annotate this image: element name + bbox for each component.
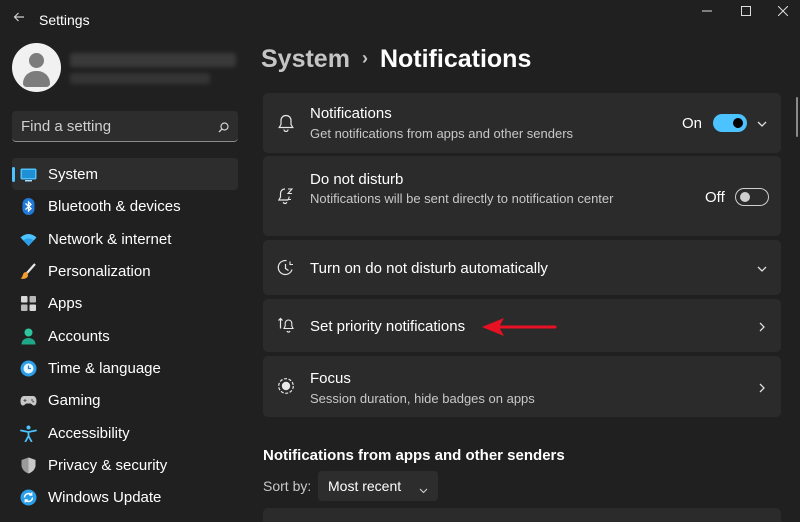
focus-icon <box>277 377 295 395</box>
scrollbar[interactable] <box>796 97 798 137</box>
sidebar-item-time-language[interactable]: Time & language <box>12 352 238 384</box>
sidebar-item-label: Accounts <box>48 327 110 345</box>
sidebar-item-gaming[interactable]: Gaming <box>12 384 238 416</box>
sidebar-item-label: Apps <box>48 295 83 313</box>
close-icon[interactable] <box>764 0 800 22</box>
do-not-disturb-card: Do not disturb Notifications will be sen… <box>263 156 781 236</box>
card-subtitle: Session duration, hide badges on apps <box>310 391 535 406</box>
chevron-down-icon[interactable] <box>756 262 768 274</box>
focus-card[interactable]: Focus Session duration, hide badges on a… <box>263 356 781 417</box>
toggle-state-label: On <box>682 115 703 132</box>
search-icon <box>218 120 229 138</box>
card-title: Turn on do not disturb automatically <box>310 260 548 277</box>
card-subtitle: Get notifications from apps and other se… <box>310 126 574 141</box>
avatar <box>12 43 61 92</box>
accessibility-icon <box>20 425 37 443</box>
app-title: Settings <box>39 12 90 28</box>
sidebar-item-apps[interactable]: Apps <box>12 287 238 319</box>
gamepad-icon <box>20 392 37 409</box>
sort-dropdown-value: Most recent <box>328 478 402 494</box>
minimize-icon[interactable] <box>688 0 726 22</box>
sidebar-item-system[interactable]: System <box>12 158 238 190</box>
chevron-down-icon[interactable] <box>756 117 768 129</box>
sidebar-item-bluetooth[interactable]: Bluetooth & devices <box>12 190 238 222</box>
shield-icon <box>20 457 37 474</box>
title-bar: Settings <box>0 0 800 40</box>
sidebar-item-personalization[interactable]: Personalization <box>12 255 238 287</box>
notifications-card[interactable]: Notifications Get notifications from app… <box>263 93 781 153</box>
section-heading: Notifications from apps and other sender… <box>263 447 565 464</box>
sidebar-item-accounts[interactable]: Accounts <box>12 320 238 352</box>
card-title: Set priority notifications <box>310 318 466 335</box>
bell-icon <box>277 114 295 133</box>
breadcrumb: System › Notifications <box>261 45 531 74</box>
card-title: Focus <box>310 370 351 387</box>
card-subtitle: Notifications will be sent directly to n… <box>310 191 614 206</box>
sidebar-item-label: Time & language <box>48 359 161 377</box>
sidebar-item-label: Windows Update <box>48 489 162 507</box>
redacted-user-email <box>70 73 210 84</box>
sidebar-item-label: Accessibility <box>48 424 130 442</box>
sidebar-item-label: Network & internet <box>48 230 172 248</box>
clock-icon <box>277 259 295 277</box>
dnd-automatic-card[interactable]: Turn on do not disturb automatically <box>263 240 781 295</box>
sidebar-item-accessibility[interactable]: Accessibility <box>12 417 238 449</box>
sidebar-item-label: System <box>48 166 99 183</box>
priority-bell-icon <box>277 317 295 335</box>
sidebar-item-network[interactable]: Network & internet <box>12 223 238 255</box>
sidebar-item-label: Bluetooth & devices <box>48 198 181 216</box>
bluetooth-icon <box>20 198 37 216</box>
page-title: Notifications <box>379 45 532 73</box>
sync-icon <box>20 489 37 506</box>
search-box[interactable]: Find a setting <box>12 111 238 142</box>
sidebar-item-label: Privacy & security <box>48 456 168 474</box>
wifi-icon <box>20 231 37 248</box>
sort-dropdown[interactable]: Most recent <box>318 471 438 501</box>
app-list-item[interactable] <box>263 508 781 522</box>
card-title: Do not disturb <box>310 171 404 188</box>
sidebar-item-windows-update[interactable]: Windows Update <box>12 481 238 513</box>
notifications-toggle[interactable] <box>713 114 747 132</box>
apps-grid-icon <box>20 295 37 312</box>
person-icon <box>20 328 37 345</box>
bell-snooze-icon <box>277 187 295 205</box>
system-monitor-icon <box>20 166 37 183</box>
toggle-state-label: Off <box>705 189 725 206</box>
sidebar-nav: System Bluetooth & devices Network & int… <box>12 158 238 514</box>
sort-label: Sort by: <box>263 478 312 494</box>
maximize-icon[interactable] <box>727 0 765 22</box>
globe-clock-icon <box>20 360 37 377</box>
chevron-right-icon: › <box>361 48 368 68</box>
card-title: Notifications <box>310 105 392 122</box>
chevron-down-icon <box>419 482 428 500</box>
sidebar-item-privacy-security[interactable]: Privacy & security <box>12 449 238 481</box>
breadcrumb-parent[interactable]: System <box>261 45 350 73</box>
chevron-right-icon[interactable] <box>756 320 768 332</box>
user-profile[interactable] <box>12 43 238 95</box>
do-not-disturb-toggle[interactable] <box>735 188 769 206</box>
chevron-right-icon[interactable] <box>756 381 768 393</box>
redacted-user-name <box>70 53 236 67</box>
sidebar-item-label: Gaming <box>48 392 101 410</box>
back-arrow-icon[interactable] <box>8 6 30 28</box>
search-input[interactable]: Find a setting <box>21 118 111 135</box>
paintbrush-icon <box>20 263 37 280</box>
sidebar-item-label: Personalization <box>48 262 151 280</box>
annotation-arrow-icon <box>482 318 557 336</box>
